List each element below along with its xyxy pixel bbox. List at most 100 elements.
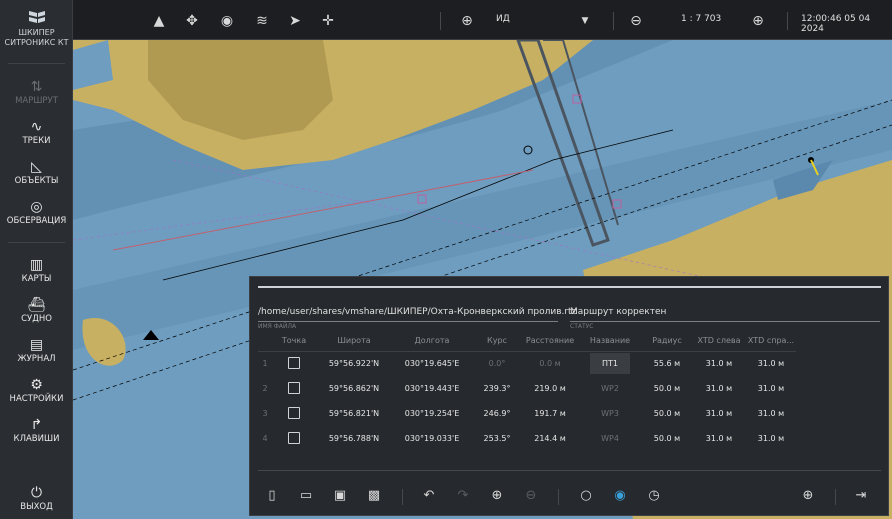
keys-icon: ↱: [30, 417, 43, 433]
cell-course: 239.3°: [483, 384, 511, 393]
sidebar-item-journal[interactable]: ▤ ЖУРНАЛ: [0, 336, 73, 365]
sidebar-item-label: СУДНО: [21, 314, 52, 324]
row-checkbox-cell: [272, 351, 316, 376]
chevron-down-icon[interactable]: ▼: [576, 12, 594, 30]
remove-point-icon[interactable]: ⊖: [522, 487, 540, 505]
name-value[interactable]: ПТ1: [590, 353, 630, 375]
row-checkbox-cell: [272, 401, 316, 426]
map-icon: ▥: [29, 257, 44, 273]
cell-lon[interactable]: 030°19.033'E: [392, 426, 472, 451]
file-path-field[interactable]: /home/user/shares/vmshare/ШКИПЕР/Охта-Кр…: [258, 307, 576, 317]
row-checkbox[interactable]: [288, 381, 300, 394]
ship-icon: ⛴: [27, 297, 46, 313]
cell-xtd-right[interactable]: 31.0 м: [746, 376, 796, 401]
panel-drag-handle[interactable]: [258, 286, 881, 288]
add-point-icon[interactable]: ⊕: [488, 487, 506, 505]
col-lat: Широта: [316, 331, 392, 352]
tracks-icon: ∿: [30, 119, 43, 135]
zoom-out-icon[interactable]: ⊖: [627, 12, 645, 30]
cell-radius[interactable]: 50.0 м: [642, 426, 692, 451]
satellite-icon[interactable]: ✥: [183, 12, 201, 30]
cell-lon[interactable]: 030°19.254'E: [392, 401, 472, 426]
cell-lat[interactable]: 59°56.821'N: [316, 401, 392, 426]
cell-name[interactable]: WP3: [578, 401, 642, 426]
cell-lon[interactable]: 030°19.645'E: [392, 351, 472, 376]
row-index: 4: [262, 434, 268, 443]
cell-lat[interactable]: 59°56.862'N: [316, 376, 392, 401]
sidebar-item-ship[interactable]: ⛴ СУДНО: [0, 296, 73, 325]
exit-panel-icon[interactable]: ⇥: [852, 487, 870, 505]
target-icon[interactable]: ⊕: [799, 487, 817, 505]
cell-xtd-right[interactable]: 31.0 м: [746, 351, 796, 376]
row-checkbox[interactable]: [288, 356, 300, 369]
col-name: Название: [578, 331, 642, 352]
row-checkbox[interactable]: [288, 431, 300, 444]
sidebar-item-observation[interactable]: ◎ ОБСЕРВАЦИЯ: [0, 198, 73, 227]
cell-xtd-right[interactable]: 31.0 м: [746, 401, 796, 426]
cell-xtd-left[interactable]: 31.0 м: [692, 401, 746, 426]
observation-icon: ◎: [30, 199, 43, 215]
new-file-icon[interactable]: ▯: [263, 487, 281, 505]
cell-xtd-left[interactable]: 31.0 м: [692, 426, 746, 451]
redo-icon[interactable]: ↷: [454, 487, 472, 505]
cell-name[interactable]: WP2: [578, 376, 642, 401]
sidebar-item-maps[interactable]: ▥ КАРТЫ: [0, 256, 73, 285]
sidebar-item-label: ТРЕКИ: [22, 136, 51, 146]
cell-radius[interactable]: 50.0 м: [642, 401, 692, 426]
navigate-arrow-icon[interactable]: ➤: [286, 12, 304, 30]
table-row[interactable]: 4 59°56.788'N 030°19.033'E 253.5° 214.4 …: [258, 426, 796, 451]
compass-icon[interactable]: ◉: [218, 12, 236, 30]
cell-course: 253.5°: [483, 434, 511, 443]
col-course: Курс: [472, 331, 522, 352]
circle-outline-icon[interactable]: ○: [577, 487, 595, 505]
cell-xtd-right[interactable]: 31.0 м: [746, 426, 796, 451]
route-icon: ⇅: [30, 79, 43, 95]
waypoints-table: Точка Широта Долгота Курс Расстояние Наз…: [258, 331, 796, 451]
cell-name[interactable]: WP4: [578, 426, 642, 451]
sidebar-item-settings[interactable]: ⚙ НАСТРОЙКИ: [0, 376, 73, 405]
table-row[interactable]: 3 59°56.821'N 030°19.254'E 246.9° 191.7 …: [258, 401, 796, 426]
sidebar-item-label: НАСТРОЙКИ: [9, 394, 64, 404]
journal-icon: ▤: [29, 337, 44, 353]
row-index: 2: [262, 384, 268, 393]
undo-icon[interactable]: ↶: [420, 487, 438, 505]
clock-icon[interactable]: ◷: [645, 487, 663, 505]
sidebar-item-route[interactable]: ⇅ МАРШРУТ: [0, 78, 73, 107]
sidebar-item-keys[interactable]: ↱ КЛАВИШИ: [0, 416, 73, 445]
zoom-in-icon[interactable]: ⊕: [749, 12, 767, 30]
sidebar-item-objects[interactable]: ◺ ОБЪЕКТЫ: [0, 158, 73, 187]
table-row[interactable]: 1 59°56.922'N 030°19.645'E 0.0° 0.0 м ПТ…: [258, 351, 796, 376]
radio-selected-icon[interactable]: ◉: [611, 487, 629, 505]
cell-xtd-left[interactable]: 31.0 м: [692, 351, 746, 376]
toolbar-divider: [402, 489, 403, 505]
cell-name[interactable]: ПТ1: [578, 351, 642, 376]
sidebar: ШКИПЕР СИТРОНИКС КТ ⇅ МАРШРУТ ∿ ТРЕКИ ◺ …: [0, 0, 73, 519]
table-row[interactable]: 2 59°56.862'N 030°19.443'E 239.3° 219.0 …: [258, 376, 796, 401]
status-label: СТАТУС: [570, 323, 594, 330]
cell-lat[interactable]: 59°56.788'N: [316, 426, 392, 451]
row-checkbox[interactable]: [288, 406, 300, 419]
sidebar-item-tracks[interactable]: ∿ ТРЕКИ: [0, 118, 73, 147]
target-icon[interactable]: ⊕: [458, 12, 476, 30]
cell-radius[interactable]: 50.0 м: [642, 376, 692, 401]
status-underline: [570, 321, 880, 322]
mode-select-value[interactable]: ИД: [496, 14, 510, 24]
save-as-icon[interactable]: ▩: [365, 487, 383, 505]
toolbar-divider: [787, 12, 788, 30]
power-icon: ⏻: [30, 485, 43, 501]
save-icon[interactable]: ▣: [331, 487, 349, 505]
logo-line2: СИТРОНИКС КТ: [4, 38, 69, 47]
cell-xtd-left[interactable]: 31.0 м: [692, 376, 746, 401]
cell-lon[interactable]: 030°19.443'E: [392, 376, 472, 401]
cell-lat[interactable]: 59°56.922'N: [316, 351, 392, 376]
col-distance: Расстояние: [522, 331, 578, 352]
cell-course: 246.9°: [483, 409, 511, 418]
sidebar-divider: [8, 63, 65, 64]
sidebar-item-exit[interactable]: ⏻ ВЫХОД: [0, 484, 73, 513]
north-arrow-icon[interactable]: ▲: [150, 12, 168, 30]
cell-radius[interactable]: 55.6 м: [642, 351, 692, 376]
open-file-icon[interactable]: ▭: [297, 487, 315, 505]
sonar-icon[interactable]: ≋: [253, 12, 271, 30]
col-xtd-right: XTD спра...: [746, 331, 796, 352]
crosshair-icon[interactable]: ✛: [319, 12, 337, 30]
